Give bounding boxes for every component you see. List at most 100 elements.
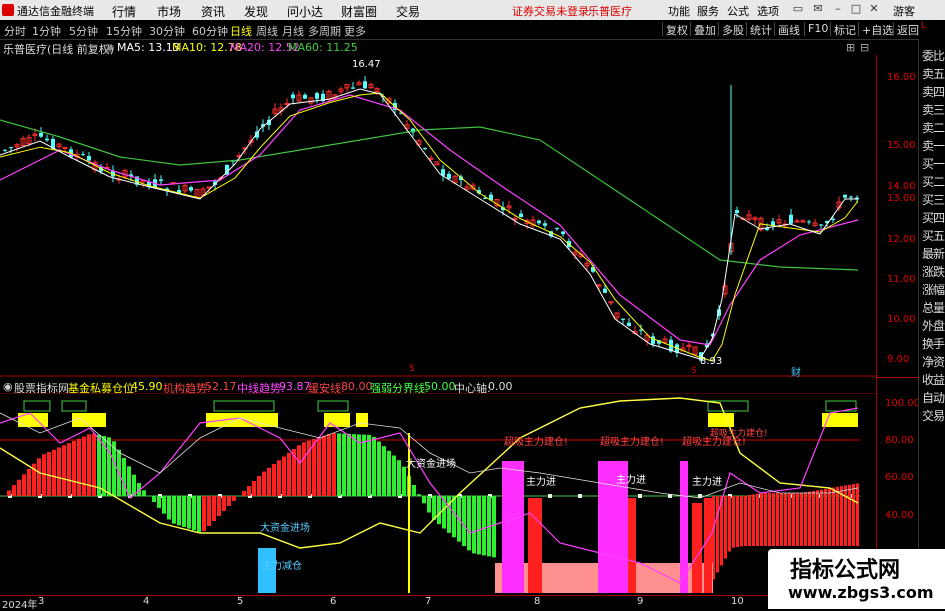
settings-icon[interactable]: ◉ — [105, 41, 115, 54]
sidebar-item-sell4[interactable]: 卖四 — [920, 83, 945, 100]
sidebar-item-buy1[interactable]: 买一 — [920, 155, 945, 172]
maximize-icon[interactable]: □ — [848, 2, 864, 17]
mark-button[interactable]: 标记 — [830, 22, 856, 36]
f10-button[interactable]: F10 — [804, 22, 828, 36]
sidebar-item-sell5[interactable]: 卖五 — [920, 65, 945, 82]
back-button[interactable]: 返回 — [893, 22, 919, 36]
annotation-main-reduce: 主力减仓 — [262, 557, 302, 572]
candle-body — [561, 232, 565, 235]
menu-options[interactable]: 选项 — [757, 3, 779, 19]
ma20-line — [0, 95, 858, 345]
menu-function[interactable]: 功能 — [668, 3, 690, 19]
momentum-bar — [87, 434, 91, 496]
momentum-bar — [477, 496, 481, 554]
overlay-button[interactable]: 叠加 — [690, 22, 716, 36]
momentum-bar — [82, 437, 86, 496]
sidebar-item-turnover[interactable]: 换手 — [920, 335, 945, 352]
momentum-bar-2 — [752, 494, 755, 546]
close-icon[interactable]: ✕ — [866, 2, 882, 17]
momentum-bar-2 — [832, 487, 835, 546]
sidebar-item-weibi[interactable]: 委比 — [920, 47, 945, 64]
sidebar-item-sell2[interactable]: 卖二 — [920, 119, 945, 136]
momentum-bar — [202, 496, 206, 531]
stats-button[interactable]: 统计 — [746, 22, 772, 36]
candle-body — [447, 174, 451, 179]
multi-stock-button[interactable]: 多股 — [718, 22, 744, 36]
sidebar-item-netasset[interactable]: 净资 — [920, 353, 945, 370]
menu-discover[interactable]: 发现 — [244, 3, 268, 20]
indicator-chart[interactable] — [0, 393, 876, 595]
period-multi[interactable]: 多周期 — [308, 23, 341, 39]
period-5min[interactable]: 5分钟 — [69, 23, 98, 39]
momentum-bar-2 — [804, 492, 807, 546]
menu-trade[interactable]: 交易 — [396, 3, 420, 20]
indicator-settings-icon[interactable]: ◉ — [3, 380, 13, 393]
watermark: 指标公式网 www.zbgs3.com — [768, 549, 945, 609]
annotation-main-in-2: 主力进 — [616, 471, 646, 486]
expand-icon[interactable]: ⊞ — [846, 41, 855, 54]
sidebar-item-sell3[interactable]: 卖三 — [920, 101, 945, 118]
ind-tick-100: 100.00 — [885, 398, 920, 409]
period-30min[interactable]: 30分钟 — [149, 23, 185, 39]
sidebar-item-last[interactable]: 最新 — [920, 245, 945, 262]
sidebar-item-change[interactable]: 涨跌 — [920, 263, 945, 280]
momentum-bar-2 — [772, 493, 775, 546]
momentum-bar-2 — [744, 496, 747, 546]
event-marker-1[interactable]: S — [409, 364, 415, 374]
price-chart[interactable] — [0, 55, 876, 377]
period-1min[interactable]: 1分钟 — [32, 23, 61, 39]
period-monthly[interactable]: 月线 — [282, 23, 304, 39]
menu-quotes[interactable]: 行情 — [112, 3, 136, 20]
candle-body — [207, 187, 211, 188]
period-tick[interactable]: 分时 — [4, 23, 26, 39]
message-icon[interactable]: ✉ — [810, 2, 826, 17]
period-more[interactable]: 更多 — [344, 23, 366, 39]
collapse-icon[interactable]: ⊟ — [860, 41, 869, 54]
ind-tick-80: 80.00 — [885, 435, 914, 446]
price-tick-15: 15.00 — [887, 140, 916, 151]
sidebar-item-outer[interactable]: 外盘 — [920, 317, 945, 334]
add-watchlist-button[interactable]: +自选 — [858, 22, 893, 36]
period-daily[interactable]: 日线 — [230, 23, 252, 39]
momentum-bar — [382, 446, 386, 496]
menu-service[interactable]: 服务 — [697, 3, 719, 19]
sidebar-item-pct[interactable]: 涨幅 — [920, 281, 945, 298]
guest-label[interactable]: 游客 — [893, 3, 915, 19]
menu-formula[interactable]: 公式 — [727, 3, 749, 19]
sidebar-item-sell1[interactable]: 卖一 — [920, 137, 945, 154]
momentum-bar — [357, 434, 361, 496]
menu-wealth[interactable]: 财富圈 — [341, 3, 377, 20]
sidebar-item-trade[interactable]: 交易 — [920, 407, 945, 424]
sidebar-item-buy4[interactable]: 买四 — [920, 209, 945, 226]
sidebar-item-buy3[interactable]: 买三 — [920, 191, 945, 208]
adjust-button[interactable]: 复权 — [662, 22, 688, 36]
momentum-bar — [47, 452, 51, 496]
skin-icon[interactable]: ▭ — [790, 2, 806, 17]
event-marker-2[interactable]: S — [691, 366, 697, 376]
sidebar-item-buy5[interactable]: 买五 — [920, 227, 945, 244]
minimize-icon[interactable]: – — [830, 2, 846, 17]
draw-button[interactable]: 画线 — [774, 22, 800, 36]
menu-market[interactable]: 市场 — [157, 3, 181, 20]
momentum-bar — [297, 445, 301, 496]
momentum-bar — [332, 433, 336, 496]
sidebar-item-volume[interactable]: 总量 — [920, 299, 945, 316]
trade-login-warning[interactable]: 证券交易未登录 — [512, 3, 589, 19]
momentum-bar-2 — [844, 485, 847, 546]
ind-inst-value: 52.17 — [205, 380, 237, 393]
sidebar-item-buy2[interactable]: 买二 — [920, 173, 945, 190]
period-60min[interactable]: 60分钟 — [192, 23, 228, 39]
menu-news[interactable]: 资讯 — [201, 3, 225, 20]
ind-mid-value: 93.87 — [279, 380, 311, 393]
sidebar-item-auto[interactable]: 自动 — [920, 389, 945, 406]
momentum-bar — [262, 472, 266, 497]
sidebar-item-eps[interactable]: 收益 — [920, 371, 945, 388]
period-15min[interactable]: 15分钟 — [106, 23, 142, 39]
momentum-bar — [62, 445, 66, 496]
candle-body — [429, 158, 433, 159]
menu-ask[interactable]: 问小达 — [287, 3, 323, 20]
current-stock-link[interactable]: 乐普医疗 — [588, 3, 632, 19]
momentum-bar — [412, 485, 416, 496]
period-weekly[interactable]: 周线 — [256, 23, 278, 39]
x-tick-4: 4 — [143, 596, 149, 607]
